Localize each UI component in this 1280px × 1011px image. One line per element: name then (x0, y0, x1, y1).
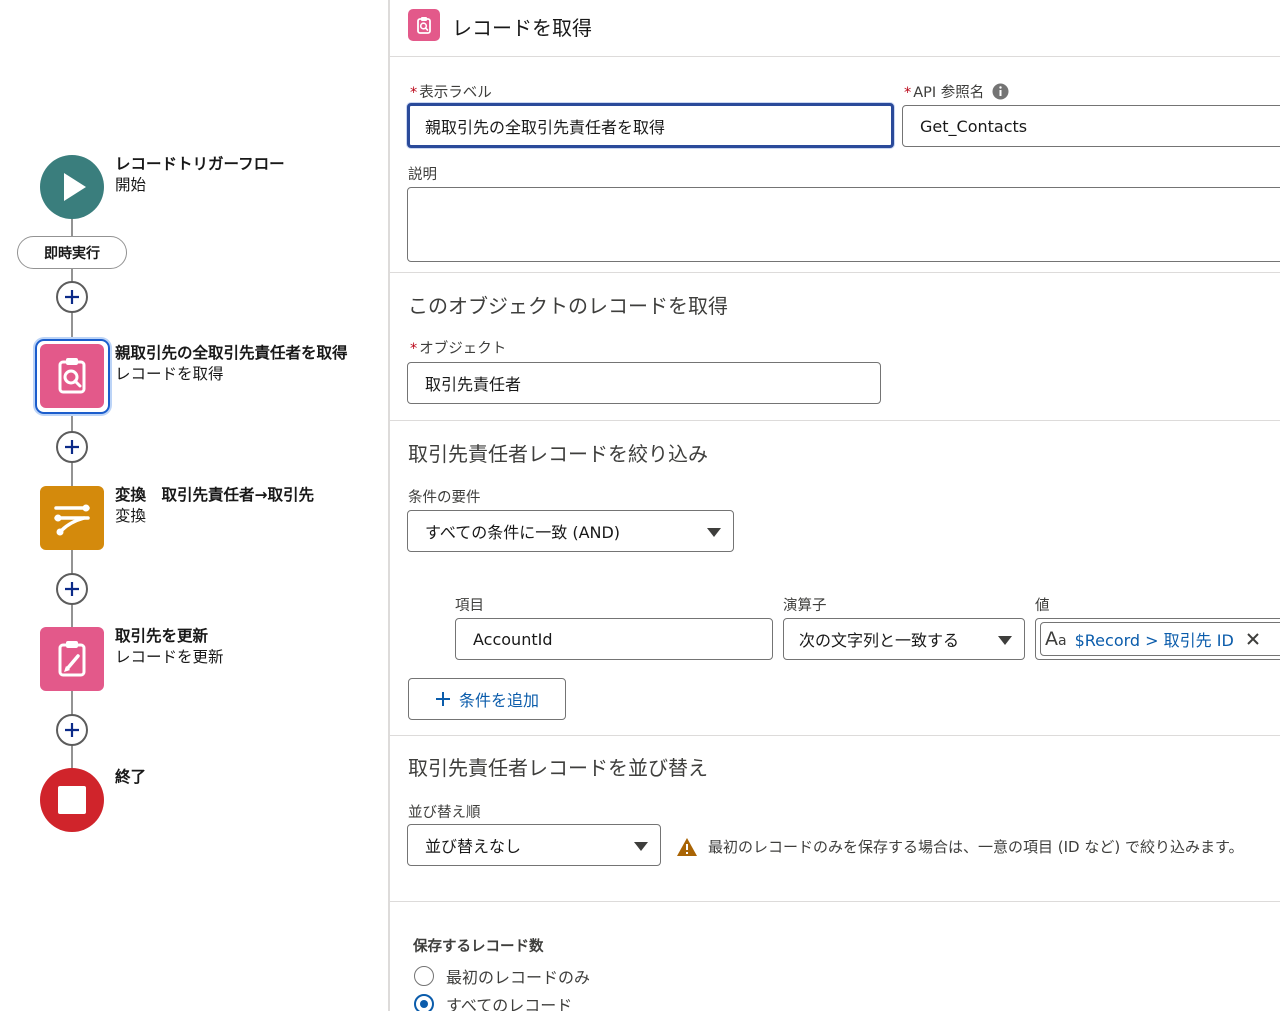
text-type-icon: Aa (1045, 628, 1067, 650)
object-field-label: * オブジェクト (410, 341, 507, 357)
flow-canvas: レコードトリガーフロー 開始 即時実行 親取引先の全取引先責任者を取得 レコード… (0, 0, 388, 1011)
divider (390, 901, 1280, 902)
divider (390, 56, 1280, 57)
plus-icon (65, 290, 79, 304)
sort-warning-text: 最初のレコードのみを保存する場合は、一意の項目 (ID など) で絞り込みます。 (708, 838, 1244, 856)
property-panel: レコードを取得 * 表示ラベル 親取引先の全取引先責任者を取得 * API 参照名 … (388, 0, 1280, 1011)
chevron-down-icon (634, 842, 648, 851)
condition-value-input[interactable]: Aa $Record > 取引先 ID (1035, 618, 1280, 660)
api-name-input[interactable]: Get_Contacts (902, 105, 1280, 147)
divider (390, 735, 1280, 736)
add-condition-button[interactable]: 条件を追加 (408, 678, 566, 720)
transform-node-subtitle: 変換 (115, 507, 147, 525)
add-element-button[interactable] (56, 431, 88, 463)
plus-icon (65, 582, 79, 596)
description-label: 説明 (408, 167, 437, 183)
label-input[interactable]: 親取引先の全取引先責任者を取得 (407, 103, 894, 148)
chevron-down-icon (707, 528, 721, 537)
condition-field-input[interactable]: AccountId (455, 618, 773, 660)
add-element-button[interactable] (56, 573, 88, 605)
warning-icon (677, 837, 697, 856)
start-node[interactable] (40, 155, 104, 219)
clipboard-search-icon (58, 358, 86, 394)
store-option-all[interactable]: すべてのレコード (414, 992, 572, 1011)
field-column-label: 項目 (455, 598, 484, 614)
resource-pill: Aa $Record > 取引先 ID (1040, 622, 1280, 656)
get-records-node[interactable] (40, 344, 104, 408)
divider (390, 272, 1280, 273)
sort-order-label: 並び替え順 (408, 805, 481, 821)
update-records-node[interactable] (40, 627, 104, 691)
transform-node[interactable] (40, 486, 104, 550)
radio-all-records[interactable] (414, 994, 434, 1011)
value-column-label: 値 (1035, 598, 1050, 614)
object-section-title: このオブジェクトのレコードを取得 (408, 294, 728, 318)
condition-operator-value: 次の文字列と一致する (799, 631, 960, 650)
transform-icon (54, 504, 90, 536)
add-condition-label: 条件を追加 (458, 691, 539, 710)
sort-order-value: 並び替えなし (425, 837, 522, 856)
radio-first-record[interactable] (414, 966, 434, 986)
get-records-icon (408, 9, 440, 41)
update-records-node-title: 取引先を更新 (115, 627, 209, 645)
store-option-first[interactable]: 最初のレコードのみ (414, 964, 590, 988)
clipboard-edit-icon (58, 641, 86, 677)
end-node[interactable] (40, 768, 104, 832)
add-element-button[interactable] (56, 281, 88, 313)
filter-section-title: 取引先責任者レコードを絞り込み (408, 442, 708, 466)
store-option-all-label: すべてのレコード (446, 996, 573, 1011)
end-node-title: 終了 (115, 768, 147, 786)
plus-icon (65, 723, 79, 737)
condition-operator-select[interactable]: 次の文字列と一致する (783, 618, 1025, 660)
store-option-first-label: 最初のレコードのみ (446, 968, 591, 987)
run-immediately-pill[interactable]: 即時実行 (17, 236, 127, 269)
close-icon[interactable] (1246, 632, 1260, 646)
play-icon (64, 173, 86, 201)
flow-builder-screen: レコードトリガーフロー 開始 即時実行 親取引先の全取引先責任者を取得 レコード… (0, 0, 1280, 1011)
sort-section-title: 取引先責任者レコードを並び替え (408, 756, 708, 780)
divider (390, 420, 1280, 421)
info-icon[interactable] (992, 83, 1009, 100)
transform-node-title: 変換 取引先責任者→取引先 (115, 486, 314, 504)
panel-title: レコードを取得 (452, 16, 592, 40)
add-element-button[interactable] (56, 714, 88, 746)
condition-requirement-select[interactable]: すべての条件に一致 (AND) (407, 510, 734, 552)
stop-icon (58, 786, 86, 814)
resource-path: $Record > 取引先 ID (1074, 631, 1234, 650)
condition-requirement-label: 条件の要件 (408, 490, 481, 506)
label-field-label: * 表示ラベル (410, 85, 492, 101)
plus-icon (65, 440, 79, 454)
start-node-title: レコードトリガーフロー (115, 155, 285, 173)
store-count-label: 保存するレコード数 (413, 939, 544, 955)
object-input[interactable]: 取引先責任者 (407, 362, 881, 404)
update-records-node-subtitle: レコードを更新 (115, 648, 224, 666)
description-textarea[interactable] (407, 187, 1280, 262)
chevron-down-icon (998, 636, 1012, 645)
plus-icon (435, 692, 450, 706)
api-name-field-label: * API 参照名 (904, 81, 1009, 102)
get-records-node-title: 親取引先の全取引先責任者を取得 (115, 344, 348, 362)
get-records-node-subtitle: レコードを取得 (115, 365, 224, 383)
start-node-subtitle: 開始 (115, 176, 147, 194)
sort-order-select[interactable]: 並び替えなし (407, 824, 661, 866)
operator-column-label: 演算子 (783, 598, 827, 614)
sort-warning: 最初のレコードのみを保存する場合は、一意の項目 (ID など) で絞り込みます。 (676, 836, 1244, 857)
condition-requirement-value: すべての条件に一致 (AND) (425, 523, 621, 542)
